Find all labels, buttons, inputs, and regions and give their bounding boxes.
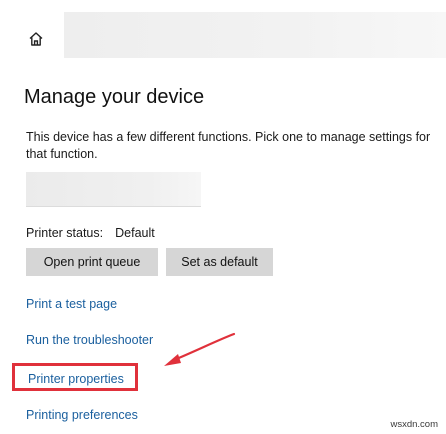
- print-test-page-link[interactable]: Print a test page: [26, 297, 117, 311]
- printer-status-label: Printer status:: [26, 226, 104, 240]
- page-description: This device has a few different function…: [26, 130, 431, 161]
- watermark: wsxdn.com: [390, 419, 438, 430]
- printing-preferences-link[interactable]: Printing preferences: [26, 408, 138, 422]
- function-select[interactable]: [26, 172, 201, 207]
- home-button[interactable]: [26, 29, 46, 49]
- printer-status-value: Default: [115, 226, 155, 240]
- open-print-queue-button[interactable]: Open print queue: [26, 248, 158, 276]
- home-icon: [29, 32, 43, 46]
- run-troubleshooter-link[interactable]: Run the troubleshooter: [26, 333, 153, 347]
- annotation-arrow: [164, 332, 236, 366]
- highlight-box: [12, 363, 138, 391]
- top-bar: [64, 12, 446, 58]
- printer-status: Printer status: Default: [26, 226, 155, 240]
- set-as-default-button[interactable]: Set as default: [166, 248, 273, 276]
- page-title: Manage your device: [24, 86, 205, 108]
